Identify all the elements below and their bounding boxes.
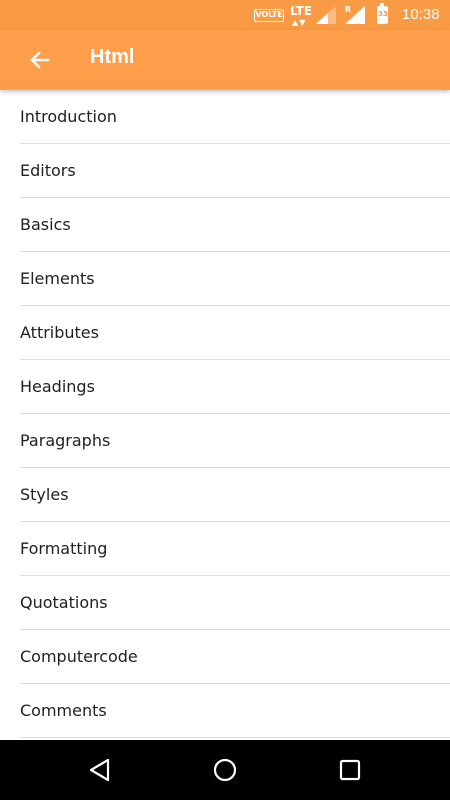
nav-recents-button[interactable] (334, 754, 366, 786)
list-item[interactable]: Comments (20, 684, 450, 738)
clock: 10:38 (402, 6, 440, 23)
triangle-back-icon (89, 758, 110, 782)
circle-home-icon (213, 758, 237, 782)
list-item-label: Editors (20, 161, 76, 180)
square-recents-icon (339, 759, 361, 781)
list-item-label: Comments (20, 701, 107, 720)
list-item[interactable]: Quotations (20, 576, 450, 630)
list-item-label: Introduction (20, 107, 117, 126)
list-item[interactable]: Basics (20, 198, 450, 252)
signal-strength-roaming-icon (345, 6, 365, 24)
app-bar: Html (0, 30, 450, 90)
navigation-bar (0, 740, 450, 800)
list-item[interactable]: Attributes (20, 306, 450, 360)
list-item-label: Quotations (20, 593, 108, 612)
list-item-label: Elements (20, 269, 95, 288)
list-item-label: Formatting (20, 539, 108, 558)
list-item[interactable]: Elements (20, 252, 450, 306)
battery-level: 33 (378, 7, 388, 23)
list-item[interactable]: Editors (20, 144, 450, 198)
network-type: LTE (290, 4, 313, 18)
battery-icon: 33 (377, 3, 388, 24)
list-item[interactable]: Computercode (20, 630, 450, 684)
signal-strength-icon (316, 6, 336, 24)
list-item-label: Styles (20, 485, 69, 504)
list-item-label: Basics (20, 215, 71, 234)
topic-list[interactable]: Introduction Editors Basics Elements Att… (0, 90, 450, 740)
back-button[interactable] (24, 44, 56, 76)
volte-badge: VOLTE (254, 9, 284, 22)
list-item[interactable]: Formatting (20, 522, 450, 576)
data-activity-icon: ▲▼ (292, 18, 307, 27)
list-item-label: Attributes (20, 323, 99, 342)
list-item[interactable]: Styles (20, 468, 450, 522)
list-item-label: Headings (20, 377, 95, 396)
list-item-label: Paragraphs (20, 431, 111, 450)
arrow-back-icon (30, 51, 50, 69)
nav-back-button[interactable] (84, 754, 116, 786)
nav-home-button[interactable] (209, 754, 241, 786)
list-item[interactable]: Paragraphs (20, 414, 450, 468)
list-item[interactable]: Introduction (20, 90, 450, 144)
status-bar: VOLTE LTE ▲▼ R 33 10:38 (0, 0, 450, 30)
page-title: Html (90, 46, 135, 68)
list-item[interactable]: Headings (20, 360, 450, 414)
list-item-label: Computercode (20, 647, 138, 666)
